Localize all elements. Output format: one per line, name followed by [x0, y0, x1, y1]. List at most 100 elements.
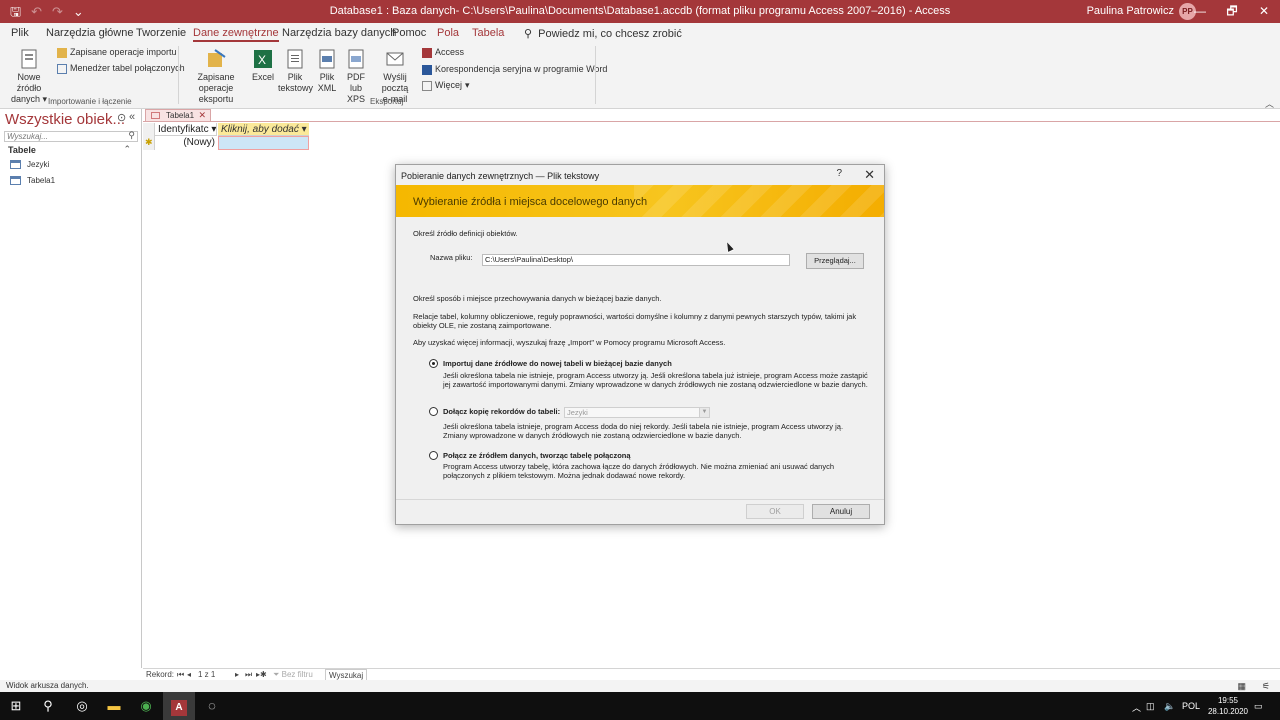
tab-external-data[interactable]: Dane zewnętrzne — [193, 27, 279, 42]
network-icon[interactable]: ◫ — [1146, 701, 1155, 712]
restore-button[interactable]: 🗗 — [1216, 0, 1248, 23]
record-position[interactable]: 1 z 1 — [198, 669, 215, 680]
dialog-banner: Wybieranie źródła i miejsca docelowego d… — [396, 185, 884, 217]
export-access-button[interactable]: Access — [422, 47, 464, 58]
prev-record-button[interactable]: ◂ — [187, 669, 191, 680]
nav-menu-icon[interactable]: ⊙ — [117, 111, 126, 124]
export-pdf-button[interactable]: PDF lub XPS — [341, 48, 371, 105]
saved-exports-button[interactable]: Zapisane operacje eksportu — [183, 48, 249, 105]
clock[interactable]: 19:55 28.10.2020 — [1208, 695, 1248, 717]
tab-file[interactable]: Plik — [11, 27, 29, 39]
table-icon — [10, 176, 21, 185]
close-tab-icon[interactable]: ✕ — [198, 110, 206, 121]
export-xml-button[interactable]: Plik XML — [314, 48, 340, 94]
nav-pane-title[interactable]: Wszystkie obiek... — [5, 111, 125, 128]
datasheet-view-icon[interactable]: ▦ — [1237, 680, 1246, 692]
import-group-label: Importowanie i łączenie — [48, 97, 132, 106]
radio-link-table[interactable] — [429, 451, 438, 460]
tell-me-label: Powiedz mi, co chcesz zrobić — [538, 28, 682, 40]
tab-home[interactable]: Narzędzia główne — [46, 27, 133, 39]
tab-help[interactable]: Pomoc — [392, 27, 426, 39]
export-excel-button[interactable]: X Excel — [251, 48, 275, 83]
tab-fields[interactable]: Pola — [437, 27, 459, 39]
column-header-id[interactable]: Identyfikatc ▾ — [155, 123, 217, 136]
new-row-add-cell[interactable] — [218, 136, 309, 150]
svg-text:X: X — [258, 53, 266, 67]
minimize-button[interactable]: — — [1184, 0, 1216, 23]
nav-search-input[interactable]: Wyszukaj... ⚲ — [4, 131, 138, 142]
pdf-file-icon — [348, 49, 364, 69]
next-record-button[interactable]: ▸ — [235, 669, 239, 680]
word-icon — [422, 64, 432, 75]
export-more-button[interactable]: Więcej ▾ — [422, 80, 470, 91]
volume-icon[interactable]: 🔈 — [1164, 701, 1175, 712]
radio-append-records[interactable] — [429, 407, 438, 416]
file-explorer-icon[interactable]: ▬ — [98, 692, 130, 720]
language-indicator[interactable]: POL — [1182, 701, 1200, 711]
nav-category-tables[interactable]: Tabele — [8, 145, 36, 155]
search-icon: ⚲ — [128, 130, 135, 140]
tell-me-search[interactable]: ⚲ Powiedz mi, co chcesz zrobić — [524, 27, 682, 40]
linked-table-manager-button[interactable]: Menedżer tabel połączonych — [57, 63, 185, 74]
word-merge-button[interactable]: Korespondencja seryjna w programie Word — [422, 64, 607, 75]
tray-arrow-icon[interactable]: ︿ — [1132, 701, 1141, 714]
task-view-icon[interactable]: ◎ — [66, 692, 98, 720]
option-import-label[interactable]: Importuj dane źródłowe do nowej tabeli w… — [443, 359, 672, 369]
dialog-title: Pobieranie danych zewnętrznych — Plik te… — [401, 171, 600, 181]
last-record-button[interactable]: ⏭ — [245, 669, 252, 680]
notifications-icon[interactable]: ▭ — [1254, 701, 1263, 712]
search-icon[interactable]: ⚲ — [32, 692, 64, 720]
help-icon[interactable]: ? — [836, 168, 842, 179]
banner-title: Wybieranie źródła i miejsca docelowego d… — [413, 196, 648, 208]
filename-label: Nazwa pliku: — [430, 253, 473, 262]
start-icon[interactable]: ⊞ — [0, 692, 32, 720]
navigation-pane: Wszystkie obiek... ⊙ « Wyszukaj... ⚲ Tab… — [0, 109, 142, 668]
collapse-pane-icon[interactable]: « — [129, 111, 135, 123]
export-text-file-button[interactable]: Plik tekstowy — [278, 48, 313, 94]
ok-button[interactable]: OK — [746, 504, 804, 519]
option-link-label[interactable]: Połącz ze źródłem danych, tworząc tabelę… — [443, 451, 631, 461]
radio-import-new-table[interactable] — [429, 359, 438, 368]
chevron-down-icon: ▼ — [699, 408, 709, 417]
design-view-icon[interactable]: ⚟ — [1262, 680, 1270, 692]
append-table-select[interactable]: Jezyki ▼ — [564, 407, 710, 418]
option-append-desc: Jeśli określona tabela istnieje, program… — [443, 422, 844, 440]
option-import-desc: Jeśli określona tabela nie istnieje, pro… — [443, 371, 868, 389]
new-data-source-button[interactable]: Nowe źródło danych ▾ — [5, 48, 53, 105]
dialog-body: Określ źródło definicji obiektów. Nazwa … — [396, 217, 884, 499]
cancel-button[interactable]: Anuluj — [812, 504, 870, 519]
record-label: Rekord: — [146, 670, 175, 679]
new-row-cell[interactable]: (Nowy) — [155, 136, 217, 150]
tab-create[interactable]: Tworzenie — [136, 27, 186, 39]
new-data-source-icon — [21, 49, 37, 69]
nav-item-tabela1[interactable]: Tabela1 — [10, 176, 55, 185]
access-taskbar-icon[interactable]: A — [163, 692, 195, 720]
close-button[interactable]: ✕ — [1248, 0, 1280, 23]
saved-imports-button[interactable]: Zapisane operacje importu — [57, 47, 177, 58]
dialog-close-icon[interactable]: ✕ — [864, 167, 875, 183]
collapse-group-icon[interactable]: ⌃ — [123, 144, 131, 155]
ribbon-tabs: Plik Narzędzia główne Tworzenie Dane zew… — [0, 23, 1280, 43]
text-file-icon — [287, 49, 303, 69]
saved-exports-icon — [208, 49, 226, 67]
chrome-icon[interactable]: ◉ — [130, 692, 162, 720]
tab-table[interactable]: Tabela — [472, 27, 504, 39]
app-icon[interactable]: ◌ — [196, 692, 228, 720]
nav-item-jezyki[interactable]: Jezyki — [10, 160, 49, 169]
filter-button[interactable]: ⏷ Bez filtru — [273, 669, 313, 680]
help-note: Aby uzyskać więcej informacji, wyszukaj … — [413, 338, 726, 347]
filename-input[interactable]: C:\Users\Paulina\Desktop\ — [482, 254, 790, 266]
column-header-add[interactable]: Kliknij, aby dodać ▾ — [218, 123, 309, 136]
new-record-button[interactable]: ▸✱ — [256, 669, 267, 680]
status-text: Widok arkusza danych. — [6, 681, 89, 690]
first-record-button[interactable]: ⏮ — [177, 669, 184, 680]
browse-button[interactable]: Przeglądaj... — [806, 253, 864, 269]
banner-decoration — [634, 185, 884, 217]
status-bar: Widok arkusza danych. ▦ ⚟ — [0, 680, 1280, 692]
option-append-label[interactable]: Dołącz kopię rekordów do tabeli: — [443, 407, 560, 417]
table-icon — [10, 160, 21, 169]
document-tab-tabela1[interactable]: Tabela1 ✕ — [145, 109, 211, 121]
excel-icon: X — [254, 50, 272, 68]
user-name[interactable]: Paulina Patrowicz — [1087, 5, 1174, 17]
tab-database-tools[interactable]: Narzędzia bazy danych — [282, 27, 396, 39]
